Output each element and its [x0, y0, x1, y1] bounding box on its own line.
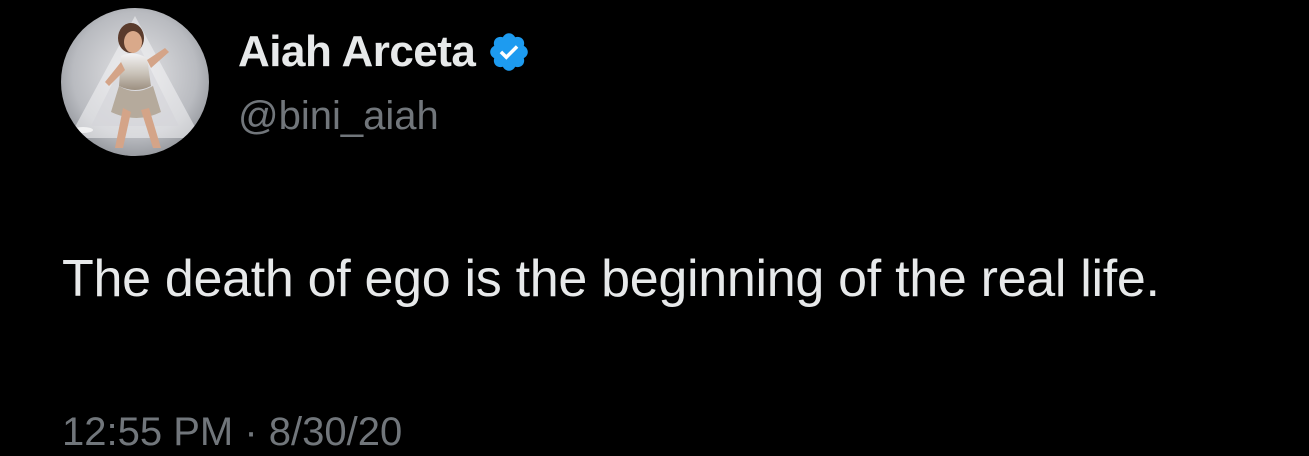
tweet-timestamp[interactable]: 12:55 PM · 8/30/20 [62, 408, 402, 456]
author-name-row: Aiah Arceta [238, 26, 531, 78]
author-display-name[interactable]: Aiah Arceta [238, 26, 476, 78]
author-info: Aiah Arceta @bini_aiah [238, 26, 531, 140]
tweet-card: Aiah Arceta @bini_aiah The death of ego … [0, 0, 1309, 454]
author-avatar[interactable] [61, 8, 209, 156]
avatar-photo-icon [61, 8, 209, 156]
tweet-text: The death of ego is the beginning of the… [62, 250, 1160, 308]
verified-badge-icon [487, 30, 531, 74]
author-handle[interactable]: @bini_aiah [238, 92, 531, 140]
